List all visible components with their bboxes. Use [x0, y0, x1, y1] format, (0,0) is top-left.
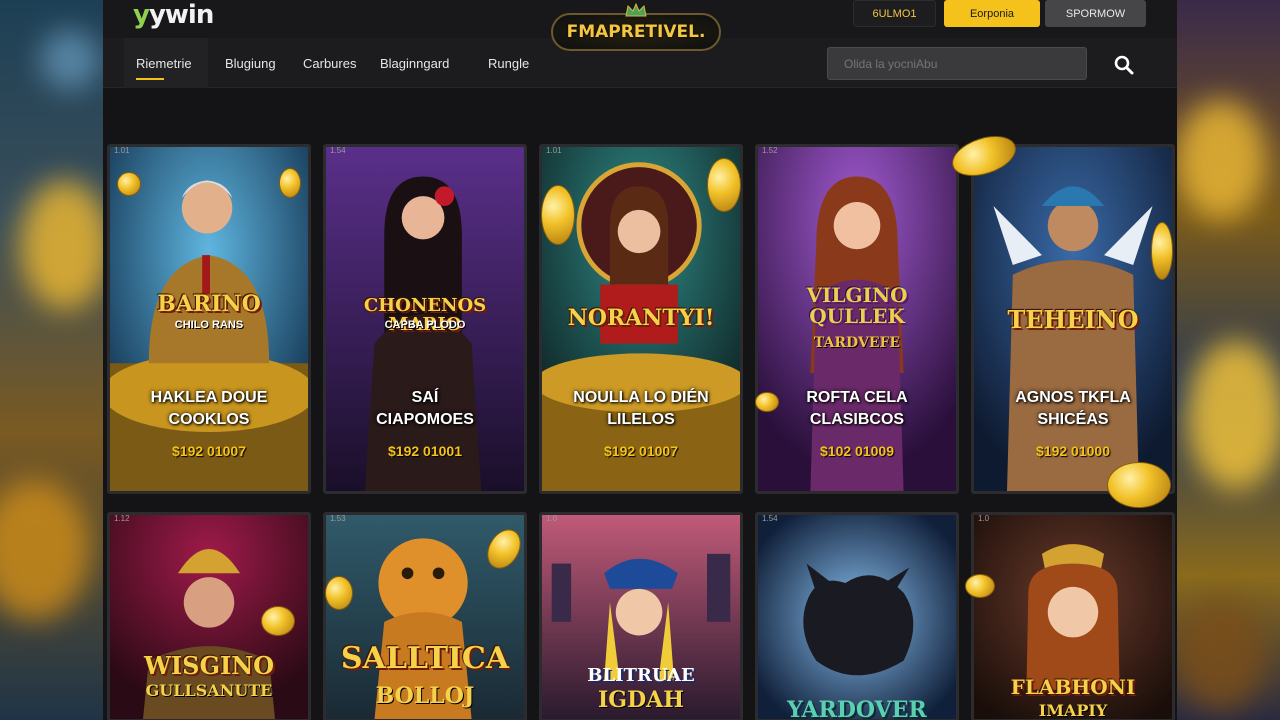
game-title: VILGINO QULLEK: [806, 283, 908, 328]
game-id: 1.54: [330, 146, 346, 155]
game-id: 1.0: [546, 514, 558, 523]
coin-icon: [279, 168, 301, 198]
game-name-line1: AGNOS TKFLA: [1015, 389, 1131, 406]
site-logo[interactable]: yyywinywin: [133, 0, 214, 30]
game-title: NORANTYI!: [567, 305, 715, 331]
game-subtitle: CHILO RANS: [174, 319, 244, 331]
game-name-line2: CIAPOMOES: [376, 411, 474, 428]
game-id: 1.52: [762, 146, 778, 155]
crown-icon: [625, 3, 647, 17]
game-title: WISGINO: [143, 651, 275, 680]
coin-icon: [1107, 462, 1171, 508]
game-card[interactable]: 1.52 VILGINO QULLEK TARDVEFE ROFTA CELA …: [755, 144, 959, 494]
game-price: $102 01009: [820, 443, 894, 459]
game-price: $192 01001: [388, 443, 462, 459]
coin-icon: [325, 576, 353, 610]
game-name-line2: COOKLOS: [168, 411, 250, 428]
background-right-blur: [1176, 0, 1280, 720]
background-left-blur: [0, 0, 110, 720]
game-name-line1: NOULLA LO DIÉN: [573, 389, 709, 406]
coin-icon: [965, 574, 995, 598]
coin-icon: [117, 172, 141, 196]
game-name-line2: CLASIBCOS: [809, 411, 905, 428]
game-id: 1.12: [114, 514, 130, 523]
game-name: SAÍ CIAPOMOES: [334, 387, 516, 431]
game-name: ROFTA CELA CLASIBCOS: [766, 387, 948, 431]
register-button[interactable]: Eorponia: [944, 0, 1040, 27]
nav-tab-rungle[interactable]: Rungle: [488, 38, 529, 88]
game-price: $192 01000: [1036, 443, 1110, 459]
game-name-line1: HAKLEA DOUE: [150, 389, 268, 406]
nav-tab-riemetrie[interactable]: Riemetrie: [124, 38, 208, 88]
game-subtitle: IGDAH: [597, 687, 684, 713]
game-title: TEHEINO: [1007, 305, 1139, 334]
game-title: BARINO: [157, 291, 261, 317]
game-subtitle: IMAPIY: [1038, 701, 1108, 720]
game-artwork: [758, 515, 956, 719]
game-subtitle: BOLLOJ: [375, 683, 475, 709]
game-title: SALLTICA: [340, 641, 510, 676]
game-id: 1.53: [330, 514, 346, 523]
game-card[interactable]: 1.01 BARINO CHILO RANS HAKLEA DOUE COOKL…: [107, 144, 311, 494]
casino-app: yyywinywin 6ULMO1 Eorponia SPORMOW FMAPR…: [103, 0, 1177, 720]
game-name: HAKLEA DOUE COOKLOS: [118, 387, 300, 431]
game-subtitle: GULLSANUTE: [145, 681, 273, 700]
nav-tab-blugiung[interactable]: Blugiung: [225, 38, 276, 88]
game-subtitle: CAPBA PLODO: [384, 319, 466, 331]
coin-icon: [541, 185, 575, 245]
coin-icon: [755, 392, 779, 412]
featured-badge-label: FMAPRETIVEL.: [566, 22, 706, 42]
game-name-line2: LILELOS: [607, 411, 675, 428]
game-name-line1: ROFTA CELA: [806, 389, 908, 406]
game-card[interactable]: 1.01 TEHEINO AGNOS TKFLA SHICÉAS $192 01…: [971, 144, 1175, 494]
game-card[interactable]: 1.54 YARDOVER: [755, 512, 959, 720]
nav-tab-blaginngard[interactable]: Blaginngard: [380, 38, 449, 88]
game-price: $192 01007: [604, 443, 678, 459]
nav-tab-carbures[interactable]: Carbures: [303, 38, 356, 88]
login-button[interactable]: 6ULMO1: [853, 0, 936, 27]
game-card[interactable]: 1.54 CHONENOS MARIO CAPBA PLODO SAÍ CIAP…: [323, 144, 527, 494]
coin-icon: [707, 158, 741, 212]
game-id: 1.01: [546, 146, 562, 155]
game-id: 1.54: [762, 514, 778, 523]
game-price: $192 01007: [172, 443, 246, 459]
game-name: NOULLA LO DIÉN LILELOS: [550, 387, 732, 431]
game-card[interactable]: 1.0 FLABHONI IMAPIY: [971, 512, 1175, 720]
game-name: AGNOS TKFLA SHICÉAS: [982, 387, 1164, 431]
coin-icon: [261, 606, 295, 636]
search-icon[interactable]: [1113, 54, 1135, 76]
game-subtitle: YARDOVER: [787, 697, 927, 720]
game-title: BLITRUAE: [587, 665, 695, 686]
promo-button[interactable]: SPORMOW: [1045, 0, 1146, 27]
coin-icon: [1151, 222, 1173, 280]
game-id: 1.01: [114, 146, 130, 155]
game-name-line1: SAÍ: [411, 389, 439, 406]
featured-badge[interactable]: FMAPRETIVEL.: [551, 3, 721, 51]
game-subtitle: TARDVEFE: [813, 335, 901, 351]
game-card[interactable]: 1.0 BLITRUAE IGDAH: [539, 512, 743, 720]
game-id: 1.0: [978, 514, 990, 523]
game-name-line2: SHICÉAS: [1037, 411, 1109, 428]
game-title: FLABHONI: [1010, 675, 1136, 699]
search-input[interactable]: [827, 47, 1087, 80]
